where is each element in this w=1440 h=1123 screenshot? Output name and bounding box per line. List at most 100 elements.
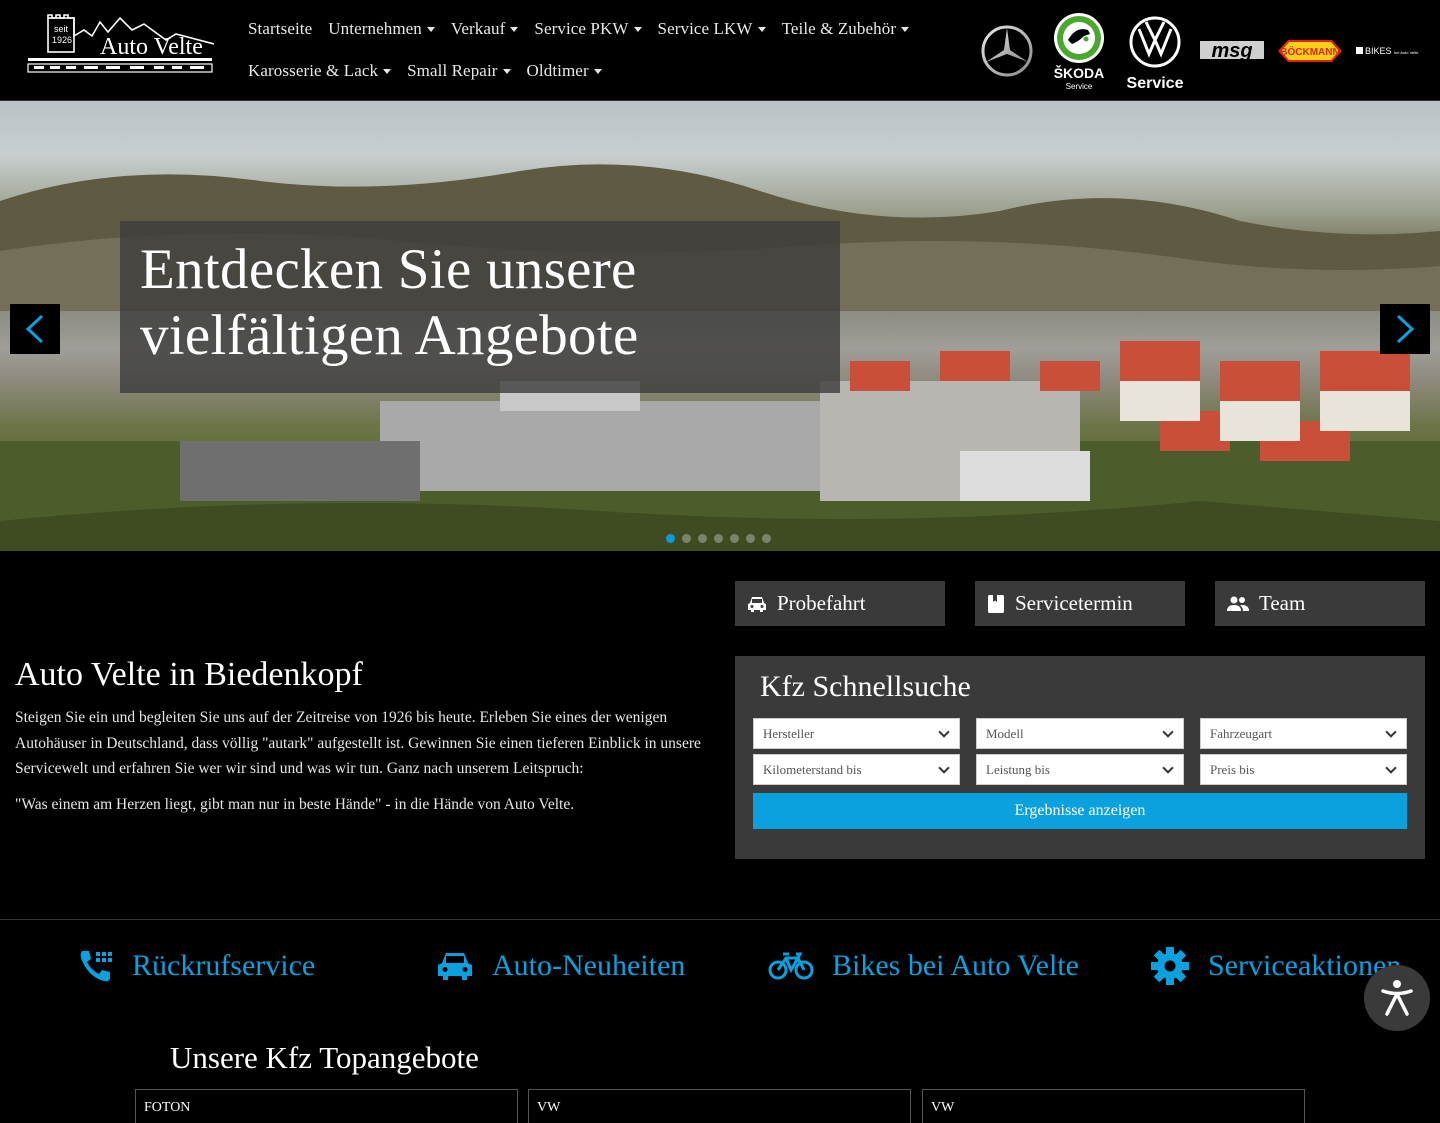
chevron-down-icon <box>938 725 950 738</box>
nav-teile-zubehoer[interactable]: Teile & Zubehör <box>774 19 918 39</box>
nav-startseite[interactable]: Startseite <box>240 19 320 39</box>
skoda-name: ŠKODA <box>1054 64 1105 81</box>
offer-make: VW <box>931 1100 955 1115</box>
preis-select[interactable]: Preis bis <box>1200 754 1407 785</box>
nav-service-lkw[interactable]: Service LKW <box>650 19 774 39</box>
logo-tagline-seit: seit <box>54 24 69 34</box>
slider-prev-button[interactable] <box>10 304 60 354</box>
slider-next-button[interactable] <box>1380 304 1430 354</box>
accessibility-button[interactable] <box>1364 965 1430 1031</box>
kilometerstand-value: Kilometerstand bis <box>763 761 862 777</box>
modell-value: Modell <box>986 725 1024 741</box>
fahrzeugart-select[interactable]: Fahrzeugart <box>1200 718 1407 749</box>
mercedes-benz-logo[interactable] <box>980 24 1034 78</box>
caret-down-icon <box>510 26 519 32</box>
nav-service-pkw[interactable]: Service PKW <box>526 19 649 39</box>
car-icon <box>438 953 472 980</box>
chevron-down-icon <box>1385 725 1397 738</box>
bicycle-icon <box>768 952 814 980</box>
gear-icon <box>1151 947 1189 985</box>
nav-karosserie-lack[interactable]: Karosserie & Lack <box>240 61 399 81</box>
caret-down-icon <box>593 68 602 74</box>
probefahrt-button[interactable]: Probefahrt <box>735 581 945 626</box>
servicetermin-label: Servicetermin <box>1015 591 1133 615</box>
hero-caption-text: Entdecken Sie unsere vielfältigen Angebo… <box>140 238 639 367</box>
chevron-right-icon <box>1396 314 1415 344</box>
boeckmann-logo[interactable]: BÖCKMANN <box>1278 38 1342 64</box>
chevron-left-icon <box>25 314 44 344</box>
servicetermin-button[interactable]: Servicetermin <box>975 581 1185 626</box>
site-header: seit 1926 Auto Velte Startseite Unterneh… <box>0 0 1440 101</box>
offer-card[interactable]: VW <box>922 1089 1305 1123</box>
hero-slider: Entdecken Sie unsere vielfältigen Angebo… <box>0 101 1440 551</box>
brand-logos: ŠKODA Service Service msg BÖCKMANN BIKES… <box>966 12 1422 90</box>
slider-dot[interactable] <box>730 534 739 543</box>
caret-down-icon <box>757 26 766 32</box>
slider-dot[interactable] <box>762 534 771 543</box>
kfz-schnellsuche: Kfz Schnellsuche Hersteller Modell Fahrz… <box>735 656 1425 859</box>
nav-small-repair[interactable]: Small Repair <box>399 61 518 81</box>
chevron-down-icon <box>1162 725 1174 738</box>
rueckrufservice-label: Rückrufservice <box>132 949 316 982</box>
nav-label: Oldtimer <box>526 61 589 80</box>
nav-row-1: Startseite Unternehmen Verkauf Service P… <box>240 8 910 50</box>
offer-make: VW <box>537 1100 561 1115</box>
caret-down-icon <box>633 26 642 32</box>
main-navigation: Startseite Unternehmen Verkauf Service P… <box>240 8 910 92</box>
offer-make: FOTON <box>144 1100 191 1115</box>
bikes-label: Bikes bei Auto Velte <box>832 949 1079 982</box>
bikes-text: BIKES <box>1365 46 1392 56</box>
bikes-link[interactable]: Bikes bei Auto Velte <box>768 945 1079 987</box>
intro-paragraph-2: "Was einem am Herzen liegt, gibt man nur… <box>15 795 575 813</box>
fahrzeugart-value: Fahrzeugart <box>1210 725 1273 741</box>
people-icon <box>1227 596 1249 611</box>
hersteller-value: Hersteller <box>763 725 815 741</box>
bikes-logo[interactable]: BIKES bei Auto Velte <box>1356 44 1422 58</box>
slider-dot[interactable] <box>666 534 675 543</box>
msg-text: msg <box>1211 40 1252 62</box>
slider-dot[interactable] <box>714 534 723 543</box>
logo-tagline-year: 1926 <box>52 35 72 45</box>
team-button[interactable]: Team <box>1215 581 1425 626</box>
leistung-select[interactable]: Leistung bis <box>976 754 1184 785</box>
kilometerstand-select[interactable]: Kilometerstand bis <box>753 754 960 785</box>
intro-section: Auto Velte in Biedenkopf Steigen Sie ein… <box>15 655 715 827</box>
slider-dot[interactable] <box>682 534 691 543</box>
serviceaktionen-link[interactable]: Serviceaktionen <box>1150 945 1401 987</box>
intro-title: Auto Velte in Biedenkopf <box>15 656 363 693</box>
slider-dot[interactable] <box>746 534 755 543</box>
modell-select[interactable]: Modell <box>976 718 1184 749</box>
nav-unternehmen[interactable]: Unternehmen <box>320 19 443 39</box>
msg-logo[interactable]: msg <box>1200 39 1264 63</box>
nav-label: Unternehmen <box>328 19 422 38</box>
rueckrufservice-link[interactable]: Rückrufservice <box>78 945 315 987</box>
nav-label: Service LKW <box>657 19 753 38</box>
auto-neuheiten-link[interactable]: Auto-Neuheiten <box>436 945 685 987</box>
caret-down-icon <box>383 68 392 74</box>
phone-dialpad-icon <box>80 951 112 982</box>
chevron-down-icon <box>1385 761 1397 774</box>
vw-sub: Service <box>1127 75 1184 90</box>
ergebnisse-anzeigen-button[interactable]: Ergebnisse anzeigen <box>753 793 1407 829</box>
chevron-down-icon <box>938 761 950 774</box>
logo-name: Auto Velte <box>100 34 203 60</box>
nav-oldtimer[interactable]: Oldtimer <box>519 61 610 81</box>
offer-card[interactable]: VW <box>528 1089 911 1123</box>
nav-label: Small Repair <box>407 61 498 80</box>
skoda-service-logo[interactable]: ŠKODA Service <box>1048 12 1110 90</box>
topangebote-title: Unsere Kfz Topangebote <box>170 1040 479 1075</box>
book-icon <box>988 594 1004 613</box>
section-divider <box>0 919 1440 920</box>
chevron-down-icon <box>1162 761 1174 774</box>
slider-dots <box>666 534 778 543</box>
hersteller-select[interactable]: Hersteller <box>753 718 960 749</box>
offer-card[interactable]: FOTON <box>135 1089 518 1123</box>
slider-dot[interactable] <box>698 534 707 543</box>
bikes-sub: bei Auto Velte <box>1394 50 1419 55</box>
auto-velte-logo[interactable]: seit 1926 Auto Velte <box>26 14 215 74</box>
nav-label: Karosserie & Lack <box>248 61 379 80</box>
vw-service-logo[interactable]: Service <box>1124 12 1186 90</box>
caret-down-icon <box>502 68 511 74</box>
nav-label: Startseite <box>248 19 313 38</box>
nav-verkauf[interactable]: Verkauf <box>443 19 527 39</box>
